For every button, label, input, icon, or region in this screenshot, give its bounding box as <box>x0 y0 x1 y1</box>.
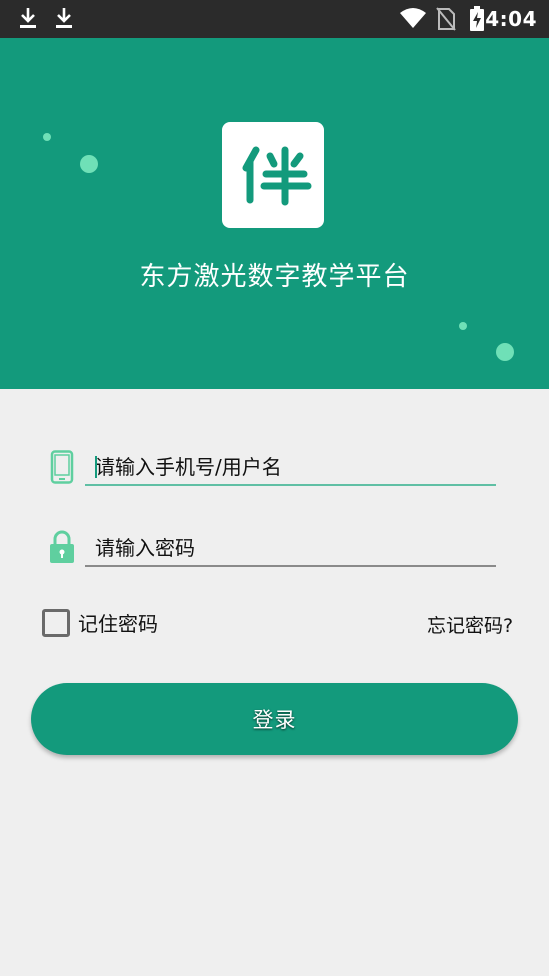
battery-charging-icon <box>469 6 485 36</box>
download-icon <box>18 6 38 34</box>
username-input[interactable] <box>85 450 495 484</box>
decorative-dot <box>459 322 467 330</box>
clock: 4:04 <box>485 7 537 31</box>
remember-password-checkbox[interactable] <box>42 609 70 637</box>
decorative-dot <box>43 133 51 141</box>
username-underline <box>85 484 496 486</box>
phone-icon <box>50 450 74 488</box>
header-banner: 东方激光数字教学平台 <box>0 38 549 389</box>
username-field[interactable] <box>85 450 496 486</box>
password-underline <box>85 565 496 567</box>
wifi-icon <box>399 7 427 33</box>
download-icon <box>54 6 74 34</box>
text-cursor <box>95 456 97 478</box>
password-input[interactable] <box>85 531 495 565</box>
decorative-dot <box>80 155 98 173</box>
status-bar: 4:04 <box>0 0 549 38</box>
password-field[interactable] <box>85 531 496 567</box>
no-sim-icon <box>436 7 456 35</box>
login-button[interactable]: 登录 <box>31 683 518 755</box>
lock-icon <box>49 530 75 568</box>
app-logo <box>222 122 324 228</box>
decorative-dot <box>496 343 514 361</box>
login-button-label: 登录 <box>252 708 297 732</box>
app-title: 东方激光数字教学平台 <box>139 262 410 292</box>
remember-password-label[interactable]: 记住密码 <box>78 608 158 637</box>
app-logo-mark <box>242 146 312 206</box>
forgot-password-link[interactable]: 忘记密码? <box>427 611 513 638</box>
